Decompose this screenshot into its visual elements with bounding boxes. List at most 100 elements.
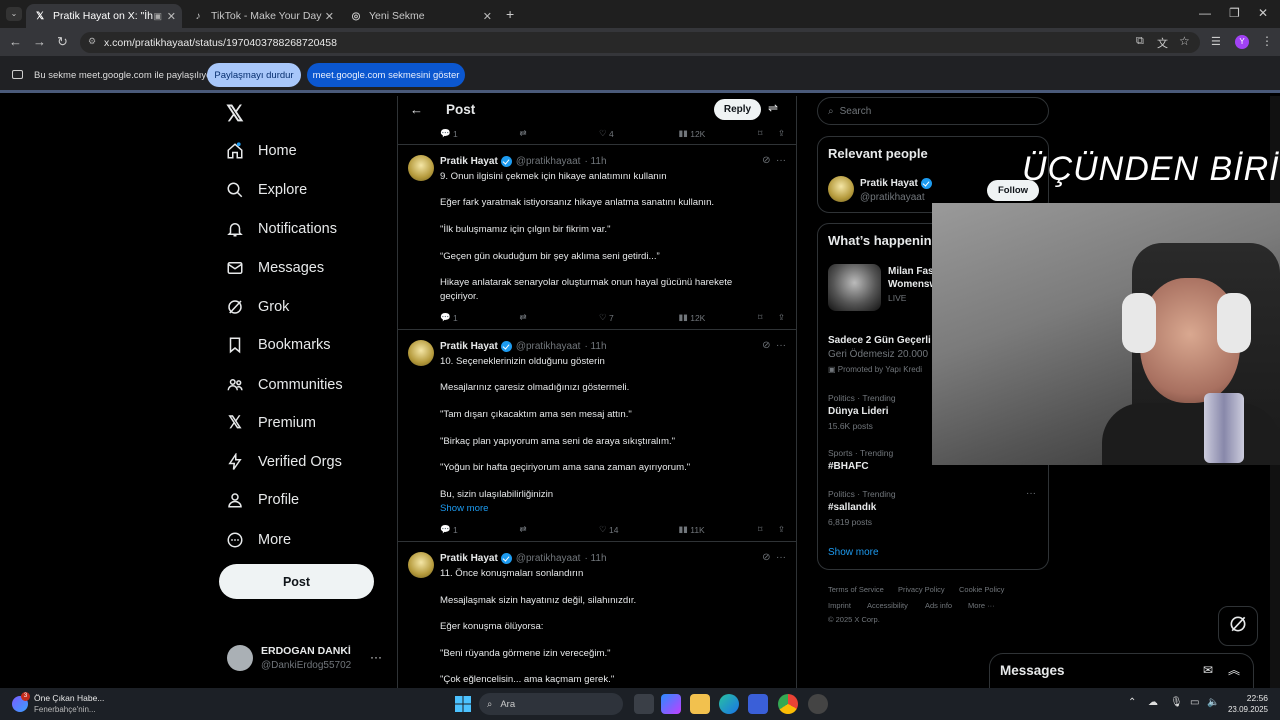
- reload-icon[interactable]: ↻: [57, 34, 68, 50]
- event-title[interactable]: Milan Fas: [888, 266, 934, 277]
- footer-link[interactable]: Terms of Service: [828, 585, 884, 594]
- reply-action[interactable]: 💬 1: [440, 128, 520, 139]
- forward-icon[interactable]: →: [33, 34, 46, 49]
- share-icon[interactable]: ⇪: [778, 524, 785, 535]
- nav-home[interactable]: Home: [225, 141, 297, 161]
- network-icon[interactable]: ▭: [1190, 697, 1199, 708]
- bookmark-icon[interactable]: ⌑: [758, 128, 778, 139]
- app-icon[interactable]: [808, 694, 828, 714]
- clock-time[interactable]: 22:56: [1229, 693, 1268, 703]
- reply-button[interactable]: Reply: [714, 99, 761, 120]
- taskbar-search[interactable]: ⌕ Ara: [479, 693, 623, 715]
- windows-start-icon[interactable]: [454, 695, 472, 713]
- task-view-icon[interactable]: [634, 694, 654, 714]
- onedrive-icon[interactable]: ☁: [1148, 697, 1158, 708]
- star-icon[interactable]: ☆: [1179, 34, 1190, 48]
- nav-bookmarks[interactable]: Bookmarks: [225, 335, 331, 355]
- profile-avatar[interactable]: Y: [1235, 35, 1249, 49]
- trend-name[interactable]: #sallandık: [828, 502, 876, 513]
- search-input[interactable]: ⌕ Search: [817, 97, 1049, 125]
- footer-link[interactable]: Ads info: [925, 601, 952, 610]
- tab-x-post[interactable]: 𝕏 Pratik Hayat on X: "İhtiyaç... ▣ ✕: [26, 4, 182, 28]
- trend-more-icon[interactable]: ···: [1026, 488, 1036, 499]
- tab-search-button[interactable]: ⌄: [6, 7, 22, 21]
- back-arrow-icon[interactable]: ←: [410, 102, 423, 117]
- new-tab-button[interactable]: +: [506, 6, 514, 22]
- nav-grok[interactable]: Grok: [225, 297, 289, 317]
- tweet[interactable]: Pratik Hayat @pratikhayaat · 11h ⊘ ··· 9. …: [398, 145, 796, 330]
- retweet-icon[interactable]: ⇄: [520, 312, 600, 323]
- close-tab-icon[interactable]: ✕: [483, 10, 492, 23]
- close-tab-icon[interactable]: ✕: [325, 10, 334, 23]
- show-meet-tab-button[interactable]: meet.google.com sekmesini göster: [307, 63, 465, 87]
- bookmark-icon[interactable]: ⌑: [758, 312, 778, 323]
- views-action[interactable]: ▮▮ 12K: [679, 128, 759, 139]
- views-action[interactable]: ▮▮ 11K: [679, 524, 759, 535]
- grok-button[interactable]: [1218, 606, 1258, 646]
- footer-link[interactable]: More ···: [968, 601, 995, 610]
- like-action[interactable]: ♡ 14: [599, 524, 679, 535]
- news-title[interactable]: Öne Çıkan Habe...: [34, 693, 104, 703]
- nav-premium[interactable]: 𝕏 Premium: [225, 413, 316, 433]
- minimize-button[interactable]: —: [1199, 6, 1211, 20]
- expand-icon[interactable]: ︽: [1228, 661, 1240, 678]
- like-action[interactable]: ♡ 7: [599, 312, 679, 323]
- account-avatar[interactable]: [227, 645, 253, 671]
- retweet-icon[interactable]: ⇄: [520, 128, 600, 139]
- event-thumbnail[interactable]: [828, 264, 881, 311]
- avatar[interactable]: [408, 552, 434, 578]
- filter-icon[interactable]: ⇌: [768, 101, 778, 115]
- chrome-icon[interactable]: [778, 694, 798, 714]
- post-button[interactable]: Post: [219, 564, 374, 599]
- clock-date[interactable]: 23.09.2025: [1222, 705, 1268, 714]
- tweet[interactable]: Pratik Hayat @pratikhayaat · 11h ⊘ ··· 11.…: [398, 542, 796, 688]
- footer-link[interactable]: Imprint: [828, 601, 851, 610]
- relevant-person[interactable]: Pratik Hayat: [860, 178, 932, 189]
- grok-more-icons[interactable]: ⊘ ···: [762, 155, 786, 166]
- nav-more[interactable]: More: [225, 530, 291, 550]
- translate-icon[interactable]: 文: [1157, 35, 1168, 51]
- bookmark-icon[interactable]: ⌑: [758, 524, 778, 535]
- cast-icon[interactable]: ⧉: [1136, 35, 1144, 48]
- retweet-icon[interactable]: ⇄: [520, 524, 600, 535]
- stop-sharing-button[interactable]: Paylaşmayı durdur: [207, 63, 301, 87]
- event-title[interactable]: Womensw: [888, 279, 937, 290]
- tweet-author[interactable]: Pratik Hayat @pratikhayaat · 11h: [440, 156, 607, 167]
- footer-link[interactable]: Cookie Policy: [959, 585, 1004, 594]
- nav-notifications[interactable]: Notifications: [225, 219, 337, 239]
- share-icon[interactable]: ⇪: [778, 128, 785, 139]
- share-icon[interactable]: ⇪: [778, 312, 785, 323]
- show-more-link[interactable]: Show more: [440, 503, 489, 514]
- tweet[interactable]: Pratik Hayat @pratikhayaat · 11h ⊘ ··· 10.…: [398, 330, 796, 542]
- grok-more-icons[interactable]: ⊘ ···: [762, 340, 786, 351]
- reply-action[interactable]: 💬 1: [440, 524, 520, 535]
- site-info-icon[interactable]: ⚙: [88, 36, 96, 47]
- tweet-author[interactable]: Pratik Hayat @pratikhayaat · 11h: [440, 553, 607, 564]
- tab-new[interactable]: ◎ Yeni Sekme ✕: [342, 4, 498, 28]
- microphone-icon[interactable]: 🎙: [1170, 697, 1183, 708]
- copilot-icon[interactable]: [661, 694, 681, 714]
- views-action[interactable]: ▮▮ 12K: [679, 312, 759, 323]
- restore-button[interactable]: ❐: [1229, 6, 1240, 20]
- tab-tiktok[interactable]: ♪ TikTok - Make Your Day ✕: [184, 4, 340, 28]
- tray-chevron-icon[interactable]: ⌃: [1128, 697, 1136, 708]
- back-icon[interactable]: ←: [9, 34, 22, 49]
- close-tab-icon[interactable]: ✕: [167, 10, 176, 23]
- nav-verified-orgs[interactable]: Verified Orgs: [225, 452, 342, 472]
- account-more-icon[interactable]: ···: [370, 650, 382, 664]
- x-logo-icon[interactable]: 𝕏: [226, 101, 244, 127]
- trend-name[interactable]: #BHAFC: [828, 461, 869, 472]
- new-message-icon[interactable]: ✉: [1203, 663, 1213, 677]
- reply-action[interactable]: 💬 1: [440, 312, 520, 323]
- trend-name[interactable]: Dünya Lideri: [828, 406, 889, 417]
- footer-link[interactable]: Privacy Policy: [898, 585, 945, 594]
- avatar[interactable]: [408, 340, 434, 366]
- nav-communities[interactable]: Communities: [225, 375, 343, 395]
- nav-explore[interactable]: Explore: [225, 180, 307, 200]
- file-explorer-icon[interactable]: [690, 694, 710, 714]
- nav-messages[interactable]: Messages: [225, 258, 324, 278]
- footer-link[interactable]: Accessibility: [867, 601, 908, 610]
- menu-icon[interactable]: ⋮: [1261, 34, 1273, 48]
- nav-profile[interactable]: Profile: [225, 490, 299, 510]
- close-window-button[interactable]: ✕: [1258, 6, 1268, 20]
